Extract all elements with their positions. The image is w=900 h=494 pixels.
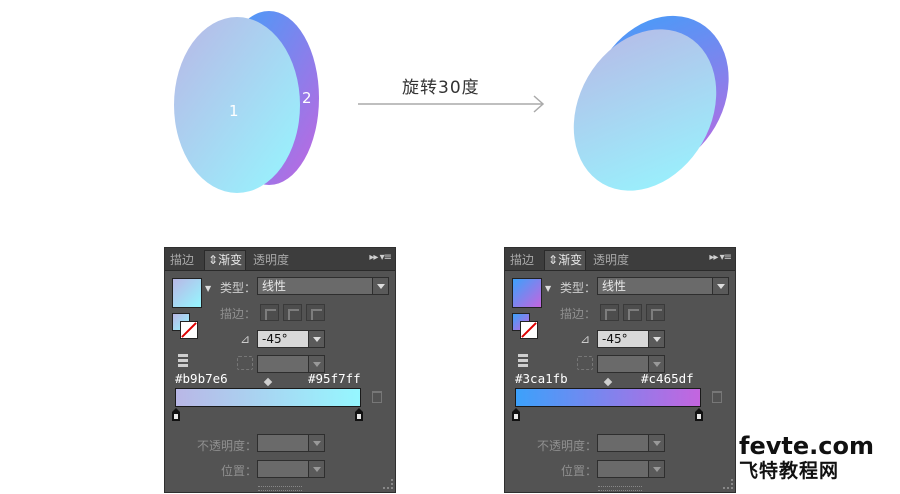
gradient-midpoint[interactable] [603,377,613,387]
dropdown-arrow-icon [308,435,324,451]
angle-input[interactable]: -45° [257,330,325,348]
gradient-stop-right[interactable] [695,408,703,421]
tab-transparency[interactable]: 透明度 [250,251,292,270]
angle-value: -45° [262,332,288,346]
type-label: 类型： [220,281,257,295]
chevron-down-icon[interactable]: ▼ [205,284,211,293]
stroke-across-button[interactable] [306,304,325,321]
opacity-input[interactable] [597,434,665,452]
stroke-swatch[interactable] [520,321,538,339]
arrow-label: 旋转30度 [402,78,480,98]
opacity-label: 不透明度： [537,439,598,453]
stroke-along-button[interactable] [623,304,642,321]
label-back: 2 [302,89,312,107]
watermark: fevte.com 飞特教程网 [739,433,899,483]
dropdown-arrow-icon [372,278,388,294]
resize-grip-icon[interactable] [383,479,393,489]
panel-tabbar: 描边 ⇕渐变 透明度 ▸▸ ▾≡ [165,248,395,271]
label-front: 1 [229,102,239,120]
location-label: 位置： [561,464,598,478]
gradient-slider[interactable] [175,388,361,407]
dropdown-arrow-icon [308,356,324,372]
gradient-type-value: 线性 [602,279,627,293]
dropdown-arrow-icon [308,331,324,347]
aspect-ratio-icon [237,356,253,370]
aspect-ratio-icon [577,356,593,370]
gradient-stop-left[interactable] [172,408,180,421]
stop-left-hex: #b9b7e6 [175,371,228,386]
opacity-label: 不透明度： [197,439,258,453]
type-label: 类型： [560,281,597,295]
dropdown-arrow-icon [648,435,664,451]
panel-tabbar: 描边 ⇕渐变 透明度 ▸▸ ▾≡ [505,248,735,271]
ellipse-illustration: 1 2 [174,11,729,193]
angle-icon: ⊿ [580,332,591,346]
trash-icon[interactable] [712,391,722,403]
gradient-stop-left[interactable] [512,408,520,421]
tab-transparency[interactable]: 透明度 [590,251,632,270]
gradient-stop-right[interactable] [355,408,363,421]
tab-stroke[interactable]: 描边 [167,251,197,270]
dropdown-arrow-icon [648,331,664,347]
opacity-input[interactable] [257,434,325,452]
panel-scroll-grip[interactable] [258,486,302,491]
tab-gradient-label: 渐变 [218,253,243,267]
reverse-gradient-icon[interactable] [178,354,194,367]
tab-gradient[interactable]: ⇕渐变 [204,250,247,270]
stroke-along-button[interactable] [283,304,302,321]
panel-scroll-grip[interactable] [598,486,642,491]
stroke-across-button[interactable] [646,304,665,321]
stroke-swatch[interactable] [180,321,198,339]
dropdown-arrow-icon [648,356,664,372]
gradient-preview-swatch[interactable] [512,278,542,308]
stroke-label: 描边： [220,307,257,321]
reverse-gradient-icon[interactable] [518,354,534,367]
panel-menu-icon[interactable]: ▸▸ ▾≡ [369,252,392,263]
chevron-down-icon[interactable]: ▼ [545,284,551,293]
gradient-panel-right: 描边 ⇕渐变 透明度 ▸▸ ▾≡ ▼ 类型： 线性 描边： ⊿ -45° #3c… [504,247,736,493]
panel-menu-icon[interactable]: ▸▸ ▾≡ [709,252,732,263]
gradient-type-value: 线性 [262,279,287,293]
tab-gradient[interactable]: ⇕渐变 [544,250,587,270]
gradient-panel-left: 描边 ⇕渐变 透明度 ▸▸ ▾≡ ▼ 类型： 线性 描边： ⊿ -45° #b9… [164,247,396,493]
tab-collapse-icon: ⇕ [548,253,559,267]
angle-input[interactable]: -45° [597,330,665,348]
location-label: 位置： [221,464,258,478]
gradient-preview-swatch[interactable] [172,278,202,308]
stroke-within-button[interactable] [260,304,279,321]
gradient-type-select[interactable]: 线性 [597,277,729,295]
dropdown-arrow-icon [648,461,664,477]
resize-grip-icon[interactable] [723,479,733,489]
stroke-within-button[interactable] [600,304,619,321]
stop-right-hex: #95f7ff [308,371,361,386]
watermark-site-name: 飞特教程网 [739,460,840,482]
gradient-slider[interactable] [515,388,701,407]
angle-icon: ⊿ [240,332,251,346]
fill-stroke-indicator[interactable] [172,313,204,343]
tab-gradient-label: 渐变 [558,253,583,267]
trash-icon[interactable] [372,391,382,403]
illustration-area: 1 2 旋转30度 [0,0,900,230]
gradient-type-select[interactable]: 线性 [257,277,389,295]
stop-left-hex: #3ca1fb [515,371,568,386]
tab-stroke[interactable]: 描边 [507,251,537,270]
dropdown-arrow-icon [308,461,324,477]
dropdown-arrow-icon [712,278,728,294]
location-input[interactable] [257,460,325,478]
stop-right-hex: #c465df [641,371,694,386]
watermark-domain: fevte.com [739,432,874,460]
angle-value: -45° [602,332,628,346]
stroke-label: 描边： [560,307,597,321]
tab-collapse-icon: ⇕ [208,253,219,267]
gradient-midpoint[interactable] [263,377,273,387]
fill-stroke-indicator[interactable] [512,313,544,343]
location-input[interactable] [597,460,665,478]
